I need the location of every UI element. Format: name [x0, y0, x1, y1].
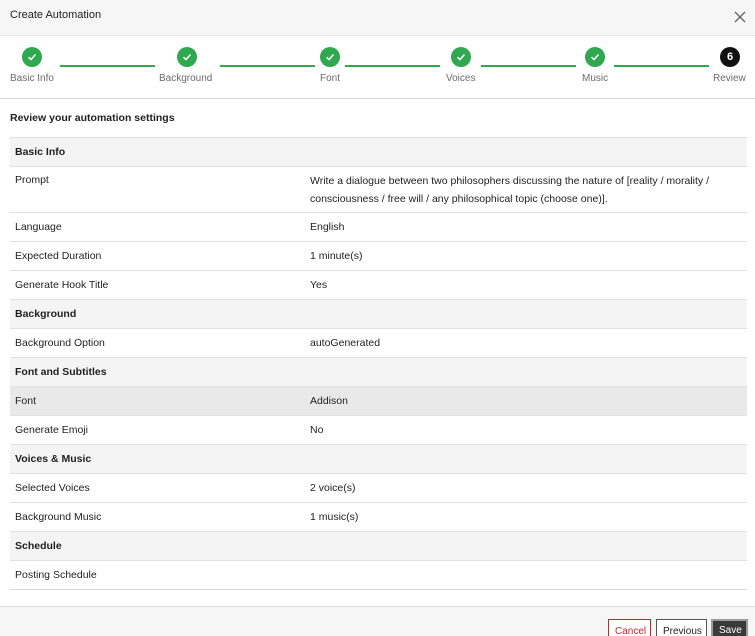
- row-value: 1 music(s): [310, 511, 359, 523]
- row-value: Addison: [310, 395, 348, 407]
- row-key: Background Music: [15, 511, 102, 523]
- row-value: 1 minute(s): [310, 250, 363, 262]
- step-music-circle[interactable]: [585, 47, 605, 67]
- step-background-label: Background: [159, 73, 213, 84]
- check-icon: [456, 53, 466, 61]
- check-icon: [182, 53, 192, 61]
- step-connector: [345, 65, 440, 67]
- row-value: Yes: [310, 279, 328, 291]
- check-icon: [590, 53, 600, 61]
- group-background: Background: [10, 299, 747, 328]
- save-button[interactable]: Save: [711, 619, 748, 636]
- check-icon: [325, 53, 335, 61]
- dialog-header: Create Automation: [0, 0, 755, 36]
- step-review-circle[interactable]: 6: [720, 47, 740, 67]
- group-basic-info: Basic Info: [10, 137, 747, 166]
- close-button[interactable]: [732, 9, 748, 25]
- group-voices-music: Voices & Music: [10, 444, 747, 473]
- row-key: Expected Duration: [15, 250, 102, 262]
- previous-button[interactable]: Previous: [656, 619, 707, 636]
- group-title: Background: [15, 308, 77, 320]
- table-row: Prompt Write a dialogue between two phil…: [10, 166, 747, 212]
- row-key: Posting Schedule: [15, 569, 97, 581]
- group-schedule: Schedule: [10, 531, 747, 560]
- row-key: Selected Voices: [15, 482, 90, 494]
- row-value: English: [310, 221, 345, 233]
- review-heading: Review your automation settings: [10, 112, 175, 124]
- step-font-label: Font: [320, 73, 341, 84]
- table-row: Background Music 1 music(s): [10, 502, 747, 531]
- table-row: Font Addison: [10, 386, 747, 415]
- row-key: Generate Emoji: [15, 424, 88, 436]
- table-row: Background Option autoGenerated: [10, 328, 747, 357]
- step-font-circle[interactable]: [320, 47, 340, 67]
- row-key: Background Option: [15, 337, 105, 349]
- table-row: Language English: [10, 212, 747, 241]
- step-background-circle[interactable]: [177, 47, 197, 67]
- check-icon: [27, 53, 37, 61]
- step-basic-info-circle[interactable]: [22, 47, 42, 67]
- group-title: Font and Subtitles: [15, 366, 107, 378]
- group-font-subtitles: Font and Subtitles: [10, 357, 747, 386]
- row-key: Font: [15, 395, 37, 407]
- table-row: Posting Schedule: [10, 560, 747, 589]
- group-title: Schedule: [15, 540, 62, 552]
- step-connector: [481, 65, 576, 67]
- row-value: autoGenerated: [310, 337, 381, 349]
- table-row: Expected Duration 1 minute(s): [10, 241, 747, 270]
- table-row: Generate Hook Title Yes: [10, 270, 747, 299]
- dialog-title: Create Automation: [10, 9, 102, 21]
- step-music-label: Music: [582, 73, 609, 84]
- step-connector: [220, 65, 315, 67]
- step-connector: [60, 65, 155, 67]
- row-key: Generate Hook Title: [15, 279, 109, 291]
- row-key: Language: [15, 221, 62, 233]
- table-row: Selected Voices 2 voice(s): [10, 473, 747, 502]
- step-connector: [614, 65, 709, 67]
- stepper: Basic Info Background Font Voices Music …: [0, 36, 755, 99]
- review-table: Basic Info Prompt Write a dialogue betwe…: [10, 137, 747, 590]
- row-value: No: [310, 424, 324, 436]
- row-key: Prompt: [15, 174, 49, 186]
- step-basic-info-label: Basic Info: [10, 73, 54, 84]
- close-icon: [734, 11, 746, 23]
- cancel-button[interactable]: Cancel: [608, 619, 651, 636]
- row-value: 2 voice(s): [310, 482, 356, 494]
- row-value: Write a dialogue between two philosopher…: [310, 175, 710, 205]
- step-voices-circle[interactable]: [451, 47, 471, 67]
- dialog-footer: Cancel Previous Save: [0, 606, 755, 636]
- step-voices-label: Voices: [446, 73, 476, 84]
- table-row: Generate Emoji No: [10, 415, 747, 444]
- group-title: Voices & Music: [15, 453, 92, 465]
- step-review-label: Review: [713, 73, 746, 84]
- group-title: Basic Info: [15, 146, 66, 158]
